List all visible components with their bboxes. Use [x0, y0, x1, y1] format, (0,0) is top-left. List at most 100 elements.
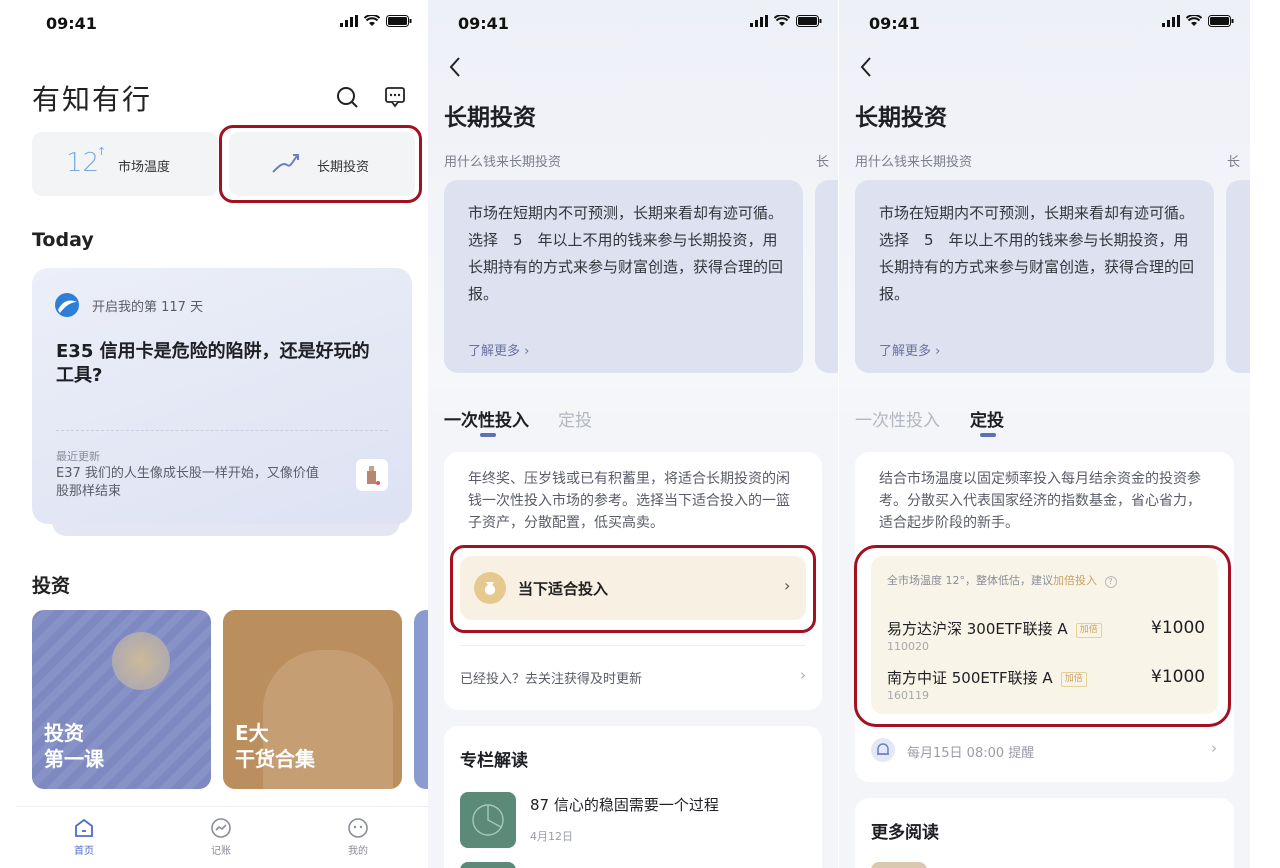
long-term-label: 长期投资	[317, 160, 370, 175]
invest-card-line2: 第一课	[44, 747, 104, 771]
fund-row-name[interactable]: 南方中证 500ETF联接 A 加倍	[887, 667, 1087, 688]
recent-label: 最近更新	[56, 450, 100, 463]
chevron-right-icon: ›	[800, 666, 806, 684]
signal-icon	[340, 15, 358, 27]
status-time: 09:41	[458, 14, 509, 33]
today-headline: E35 信用卡是危险的陷阱，还是好玩的工具?	[56, 341, 370, 386]
more-reading-card: 更多阅读	[855, 798, 1234, 868]
fund-row-name[interactable]: 易方达沪深 300ETF联接 A 加倍	[887, 618, 1102, 639]
fund-tag: 加倍	[1060, 672, 1087, 687]
section-label-peek: 长	[816, 155, 830, 170]
battery-icon	[386, 15, 412, 27]
column-item-title[interactable]: 87 信心的稳固需要一个过程	[530, 794, 719, 815]
column-heading: 专栏解读	[460, 751, 528, 771]
market-temperature-card[interactable]: 12 ↑ 市场温度	[32, 132, 218, 196]
intro-card-peek	[1226, 180, 1250, 373]
logo-icon	[55, 293, 79, 317]
intro-text: 市场在短期内不可预测，长期来看却有迹可循。选择 5 年以上不用的钱来参与长期投资…	[468, 204, 784, 303]
lump-sum-cta-button[interactable]: 当下适合投入 ›	[460, 556, 806, 620]
battery-icon	[796, 15, 822, 27]
fund-amount: ¥1000	[1151, 618, 1206, 638]
section-label: 用什么钱来长期投资	[855, 155, 973, 170]
reminder-text: 每月15日 08:00 提醒	[907, 746, 1035, 761]
active-tab-indicator	[480, 433, 496, 437]
status-time: 09:41	[869, 14, 920, 33]
home-icon	[75, 818, 93, 837]
learn-more-label: 了解更多	[468, 344, 521, 359]
long-term-investment-card[interactable]: 长期投资	[229, 132, 415, 196]
signal-icon	[1162, 15, 1180, 27]
nav-profile-label: 我的	[348, 846, 368, 857]
profile-icon	[348, 818, 368, 838]
recent-text: E37 我们的人生像成长股一样开始，又像价值股那样结束	[56, 466, 319, 499]
fund-code: 110020	[887, 640, 929, 653]
section-label: 用什么钱来长期投资	[444, 155, 562, 170]
nav-bookkeeping[interactable]: 记账	[191, 817, 251, 857]
nav-profile[interactable]: 我的	[328, 817, 388, 857]
follow-updates-text[interactable]: 已经投入？去关注获得及时更新	[460, 668, 642, 687]
nav-home-label: 首页	[74, 846, 94, 857]
tab-dca[interactable]: 定投	[970, 406, 1004, 431]
intro-card: 市场在短期内不可预测，长期来看却有迹可循。选择 5 年以上不用的钱来参与长期投资…	[855, 180, 1214, 373]
trend-up-icon	[272, 154, 299, 173]
status-icons	[340, 15, 412, 27]
chart-circle-icon	[211, 818, 231, 838]
tab-lump-sum[interactable]: 一次性投入	[444, 406, 529, 431]
day-count: 开启我的第 117 天	[92, 300, 204, 315]
divider	[460, 645, 806, 646]
fund-name: 易方达沪深 300ETF联接 A	[887, 620, 1068, 638]
status-time: 09:41	[46, 14, 97, 33]
lump-sum-card: 年终奖、压岁钱或已有积蓄里，将适合长期投资的闲钱一次性投入市场的参考。选择当下适…	[444, 452, 822, 710]
tab-lump-sum[interactable]: 一次性投入	[855, 406, 940, 431]
column-thumbnail[interactable]	[460, 792, 516, 848]
reading-thumbnail[interactable]	[871, 862, 927, 868]
tab-dca[interactable]: 定投	[558, 406, 592, 431]
dca-desc: 结合市场温度以固定频率投入每月结余资金的投资参考。分散买入代表国家经济的指数基金…	[879, 471, 1201, 531]
nav-bookkeeping-label: 记账	[211, 846, 231, 857]
wifi-icon	[1186, 15, 1202, 26]
back-chevron-icon[interactable]	[448, 56, 462, 78]
column-thumbnail-next	[460, 862, 516, 868]
wifi-icon	[364, 15, 380, 26]
learn-more-link[interactable]: 了解更多 ›	[468, 340, 529, 359]
dca-summary-text: 全市场温度 12°，整体低估，建议	[887, 574, 1053, 587]
help-icon[interactable]: ?	[1104, 576, 1117, 588]
fund-amount: ¥1000	[1151, 667, 1206, 687]
today-heading: Today	[32, 229, 94, 251]
today-card[interactable]: 开启我的第 117 天 E35 信用卡是危险的陷阱，还是好玩的工具? 最近更新 …	[32, 268, 412, 524]
money-bag-icon	[474, 572, 506, 604]
chevron-right-icon: ›	[784, 576, 791, 595]
intro-card: 市场在短期内不可预测，长期来看却有迹可循。选择 5 年以上不用的钱来参与长期投资…	[444, 180, 803, 373]
search-icon[interactable]	[336, 86, 360, 110]
dca-plan-panel[interactable]: 全市场温度 12°，整体低估，建议加倍投入 ? 易方达沪深 300ETF联接 A…	[871, 556, 1218, 714]
reminder-row[interactable]: 每月15日 08:00 提醒 ›	[871, 734, 1218, 768]
back-chevron-icon[interactable]	[859, 56, 873, 78]
invest-card-peek[interactable]	[414, 610, 428, 789]
pie-chart-icon	[472, 804, 504, 836]
fund-tag: 加倍	[1075, 623, 1102, 638]
market-temp-value: 12	[66, 148, 100, 178]
long-term-dca-screen: 09:41 长期投资 用什么钱来长期投资 长 市场在短期内不可预测，长期来看却有…	[839, 0, 1250, 868]
fund-code: 160119	[887, 689, 929, 702]
active-tab-indicator	[980, 433, 996, 437]
market-temp-label: 市场温度	[118, 160, 171, 175]
section-label-peek: 长	[1227, 155, 1241, 170]
lump-sum-desc: 年终奖、压岁钱或已有积蓄里，将适合长期投资的闲钱一次性投入市场的参考。选择当下适…	[468, 471, 790, 531]
message-icon[interactable]	[384, 86, 406, 108]
invest-card-title: E大 干货合集	[235, 720, 315, 772]
invest-card-line2: 干货合集	[235, 747, 315, 771]
wifi-icon	[774, 15, 790, 26]
invest-card-title: 投资 第一课	[44, 720, 104, 772]
page-title: 长期投资	[855, 105, 947, 131]
column-item-date: 4月12日	[530, 830, 573, 843]
invest-card-first-lesson[interactable]: 投资 第一课	[32, 610, 211, 789]
fund-name: 南方中证 500ETF联接 A	[887, 669, 1053, 687]
learn-more-link[interactable]: 了解更多 ›	[879, 340, 940, 359]
invest-heading: 投资	[32, 575, 71, 597]
invest-card-e-collection[interactable]: E大 干货合集	[223, 610, 402, 789]
invest-card-line1: 投资	[44, 721, 84, 745]
learn-more-label: 了解更多	[879, 344, 932, 359]
nav-home[interactable]: 首页	[54, 817, 114, 857]
divider	[56, 430, 388, 431]
app-title: 有知有行	[32, 83, 153, 116]
